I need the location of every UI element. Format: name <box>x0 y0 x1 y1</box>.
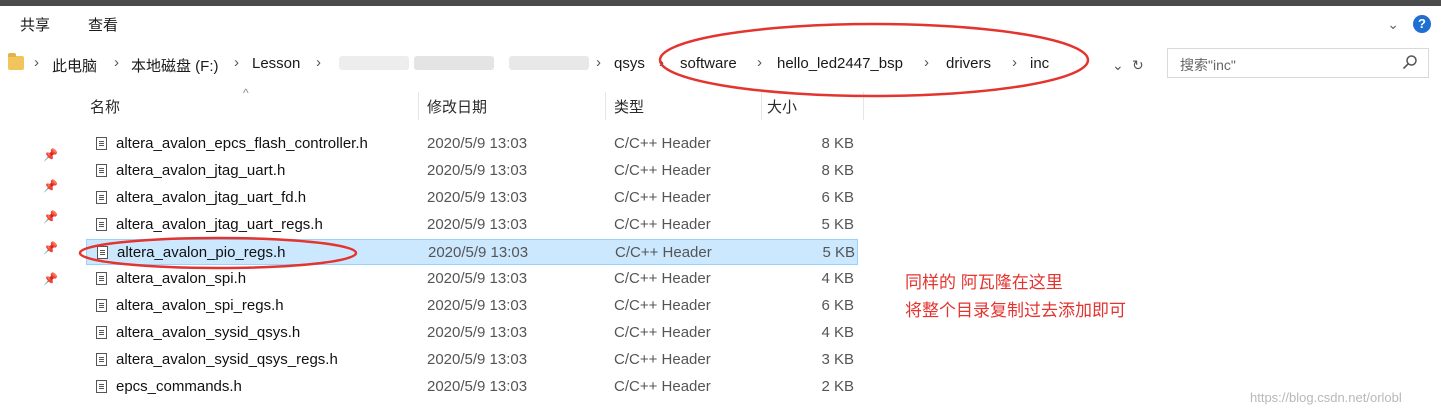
annotation-overlay <box>78 22 1090 270</box>
watermark: https://blog.csdn.net/orlobl <box>1250 390 1402 405</box>
file-highlight-circle <box>78 236 358 270</box>
path-highlight-circle <box>658 22 1090 98</box>
annotation-note: 将整个目录复制过去添加即可 <box>905 301 1126 320</box>
annotation-note: 同样的 阿瓦隆在这里 <box>905 273 1063 292</box>
